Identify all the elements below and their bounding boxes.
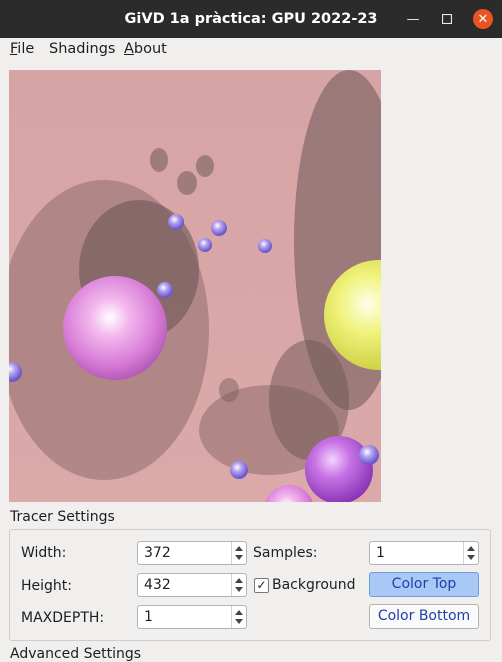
height-value: 432 bbox=[144, 577, 171, 593]
spin-up-icon[interactable] bbox=[235, 546, 243, 551]
spin-up-icon[interactable] bbox=[467, 546, 475, 551]
close-icon[interactable]: ✕ bbox=[473, 9, 493, 29]
color-bottom-button[interactable]: Color Bottom bbox=[369, 604, 479, 629]
minimize-icon[interactable]: — bbox=[403, 9, 423, 29]
height-label: Height: bbox=[21, 578, 72, 594]
tracer-settings-group: Width: 372 Height: 432 MAXDEPTH: 1 Sampl… bbox=[9, 529, 491, 641]
maxdepth-value: 1 bbox=[144, 609, 153, 625]
menu-shadings[interactable]: Shadings bbox=[49, 41, 115, 57]
spin-down-icon[interactable] bbox=[235, 619, 243, 624]
title-bar: GiVD 1a pràctica: GPU 2022-23 — ✕ bbox=[0, 0, 502, 38]
window-title: GiVD 1a pràctica: GPU 2022-23 bbox=[124, 11, 378, 27]
maximize-icon[interactable] bbox=[437, 9, 457, 29]
advanced-settings-label: Advanced Settings bbox=[10, 646, 142, 662]
background-checkbox[interactable]: ✓ bbox=[254, 578, 269, 593]
menu-about[interactable]: About bbox=[124, 41, 167, 57]
height-spinbox[interactable]: 432 bbox=[137, 573, 247, 597]
width-label: Width: bbox=[21, 545, 67, 561]
background-label: Background bbox=[272, 577, 356, 593]
color-top-button[interactable]: Color Top bbox=[369, 572, 479, 597]
spin-down-icon[interactable] bbox=[235, 555, 243, 560]
maxdepth-label: MAXDEPTH: bbox=[21, 610, 105, 626]
tracer-settings-label: Tracer Settings bbox=[10, 509, 115, 525]
width-value: 372 bbox=[144, 545, 171, 561]
spin-up-icon[interactable] bbox=[235, 610, 243, 615]
maxdepth-spinbox[interactable]: 1 bbox=[137, 605, 247, 629]
menu-bar: File Shadings About bbox=[0, 38, 502, 62]
spin-up-icon[interactable] bbox=[235, 578, 243, 583]
spin-down-icon[interactable] bbox=[467, 555, 475, 560]
render-canvas bbox=[9, 70, 381, 502]
menu-file[interactable]: File bbox=[10, 41, 34, 57]
samples-spinbox[interactable]: 1 bbox=[369, 541, 479, 565]
samples-label: Samples: bbox=[253, 545, 318, 561]
samples-value: 1 bbox=[376, 545, 385, 561]
width-spinbox[interactable]: 372 bbox=[137, 541, 247, 565]
spin-down-icon[interactable] bbox=[235, 587, 243, 592]
